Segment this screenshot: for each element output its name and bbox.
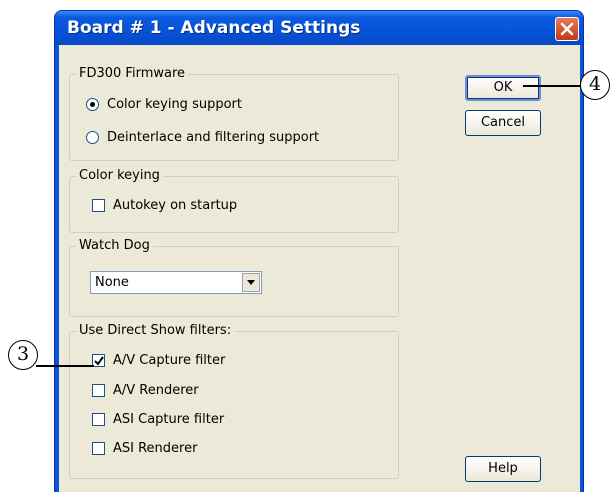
radio-label: Color keying support [107,97,242,112]
cancel-button[interactable]: Cancel [465,110,541,136]
callout-3: 3 [8,340,38,370]
av-renderer-checkbox[interactable] [92,384,105,397]
autokey-checkbox[interactable] [92,199,105,212]
firmware-option-color-keying[interactable]: Color keying support [86,97,242,112]
radio-button[interactable] [86,98,99,111]
firmware-option-deinterlace[interactable]: Deinterlace and filtering support [86,130,319,145]
autokey-checkbox-row[interactable]: Autokey on startup [92,198,237,213]
av-renderer-label: A/V Renderer [113,383,199,398]
close-button[interactable] [555,17,579,41]
ok-button[interactable]: OK [465,75,541,101]
dialog-title: Board # 1 - Advanced Settings [67,18,361,38]
firmware-group: FD300 Firmware Color keying support Dein… [69,66,399,161]
watch-dog-group: Watch Dog None [69,238,399,317]
help-button[interactable]: Help [465,456,541,482]
dialog-window: Board # 1 - Advanced Settings FD300 Firm… [54,10,584,492]
color-keying-group-legend: Color keying [76,168,163,184]
filter-asi-renderer-row[interactable]: ASI Renderer [92,441,197,456]
direct-show-group: Use Direct Show filters: A/V Capture fil… [69,323,399,479]
radio-label: Deinterlace and filtering support [107,130,320,145]
watch-dog-dropdown[interactable]: None [90,271,262,294]
filter-asi-capture-row[interactable]: ASI Capture filter [92,412,224,427]
color-keying-group: Color keying Autokey on startup [69,168,399,233]
asi-renderer-checkbox[interactable] [92,442,105,455]
asi-capture-checkbox[interactable] [92,413,105,426]
title-bar: Board # 1 - Advanced Settings [55,11,583,45]
callout-4: 4 [580,70,610,100]
filter-av-capture-row[interactable]: A/V Capture filter [92,353,225,368]
av-capture-label: A/V Capture filter [113,353,226,368]
asi-renderer-label: ASI Renderer [113,441,198,456]
watch-dog-selected-value: None [95,275,129,290]
checkmark-icon [94,356,104,366]
asi-capture-label: ASI Capture filter [113,412,225,427]
watch-dog-group-legend: Watch Dog [76,238,153,254]
callout-4-leader-line [523,85,583,87]
dialog-client-area: FD300 Firmware Color keying support Dein… [59,45,580,492]
filter-av-renderer-row[interactable]: A/V Renderer [92,383,199,398]
dropdown-arrow-button[interactable] [242,273,260,292]
callout-3-leader-line [36,365,94,367]
direct-show-group-legend: Use Direct Show filters: [76,323,235,339]
firmware-group-legend: FD300 Firmware [76,66,189,82]
radio-button[interactable] [86,131,99,144]
autokey-label: Autokey on startup [113,198,238,213]
chevron-down-icon [247,280,255,285]
close-icon [560,22,574,36]
